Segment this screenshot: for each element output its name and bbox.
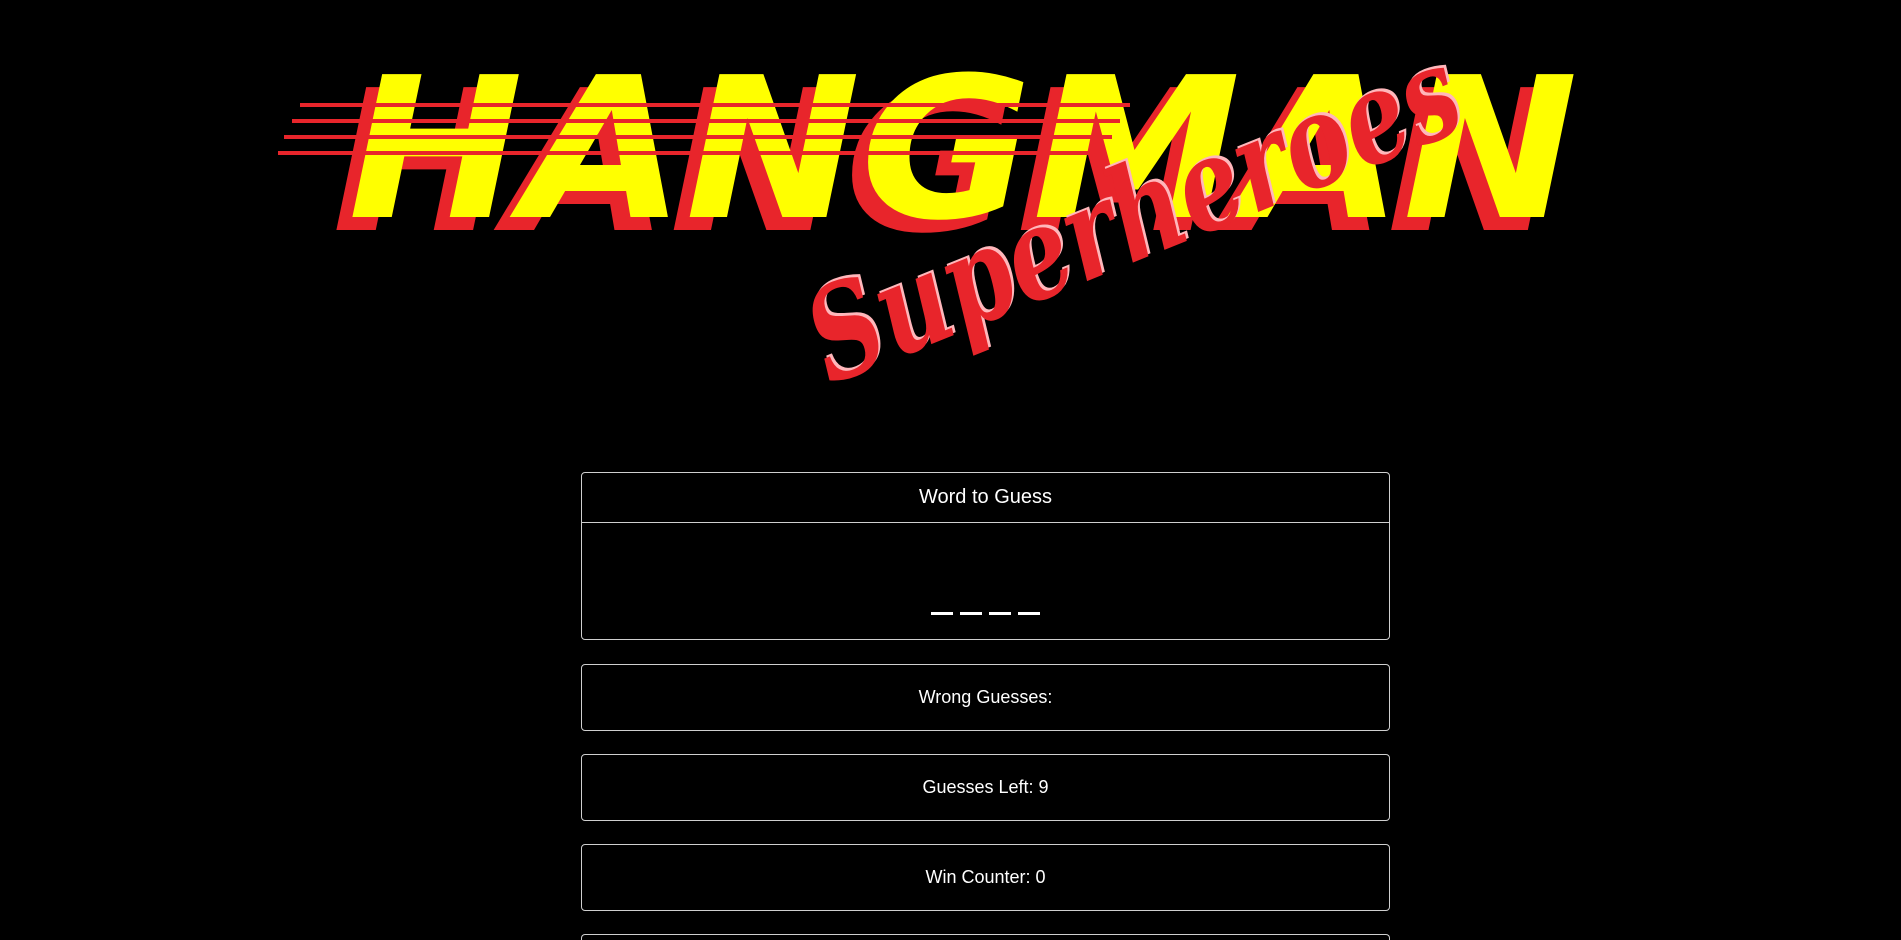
guesses-left-label: Guesses Left: 9 [922,777,1049,797]
word-blanks [931,612,1040,615]
word-card-header: Word to Guess [582,473,1389,523]
letter-blank [1018,612,1040,615]
letter-blank [989,612,1011,615]
next-card [581,934,1390,940]
word-display [582,523,1389,639]
letter-blank [931,612,953,615]
letter-blank [960,612,982,615]
word-card: Word to Guess [581,472,1390,640]
wrong-guesses-label: Wrong Guesses: [918,687,1053,707]
hangman-logo: HANGMAN HANGMAN Superheroes Superheroes [270,55,1610,435]
page: HANGMAN HANGMAN Superheroes Superheroes … [0,0,1901,940]
guesses-left-card: Guesses Left: 9 [581,754,1390,821]
win-counter-label: Win Counter: 0 [925,867,1046,887]
wrong-guesses-card: Wrong Guesses: [581,664,1390,731]
win-counter-card: Win Counter: 0 [581,844,1390,911]
